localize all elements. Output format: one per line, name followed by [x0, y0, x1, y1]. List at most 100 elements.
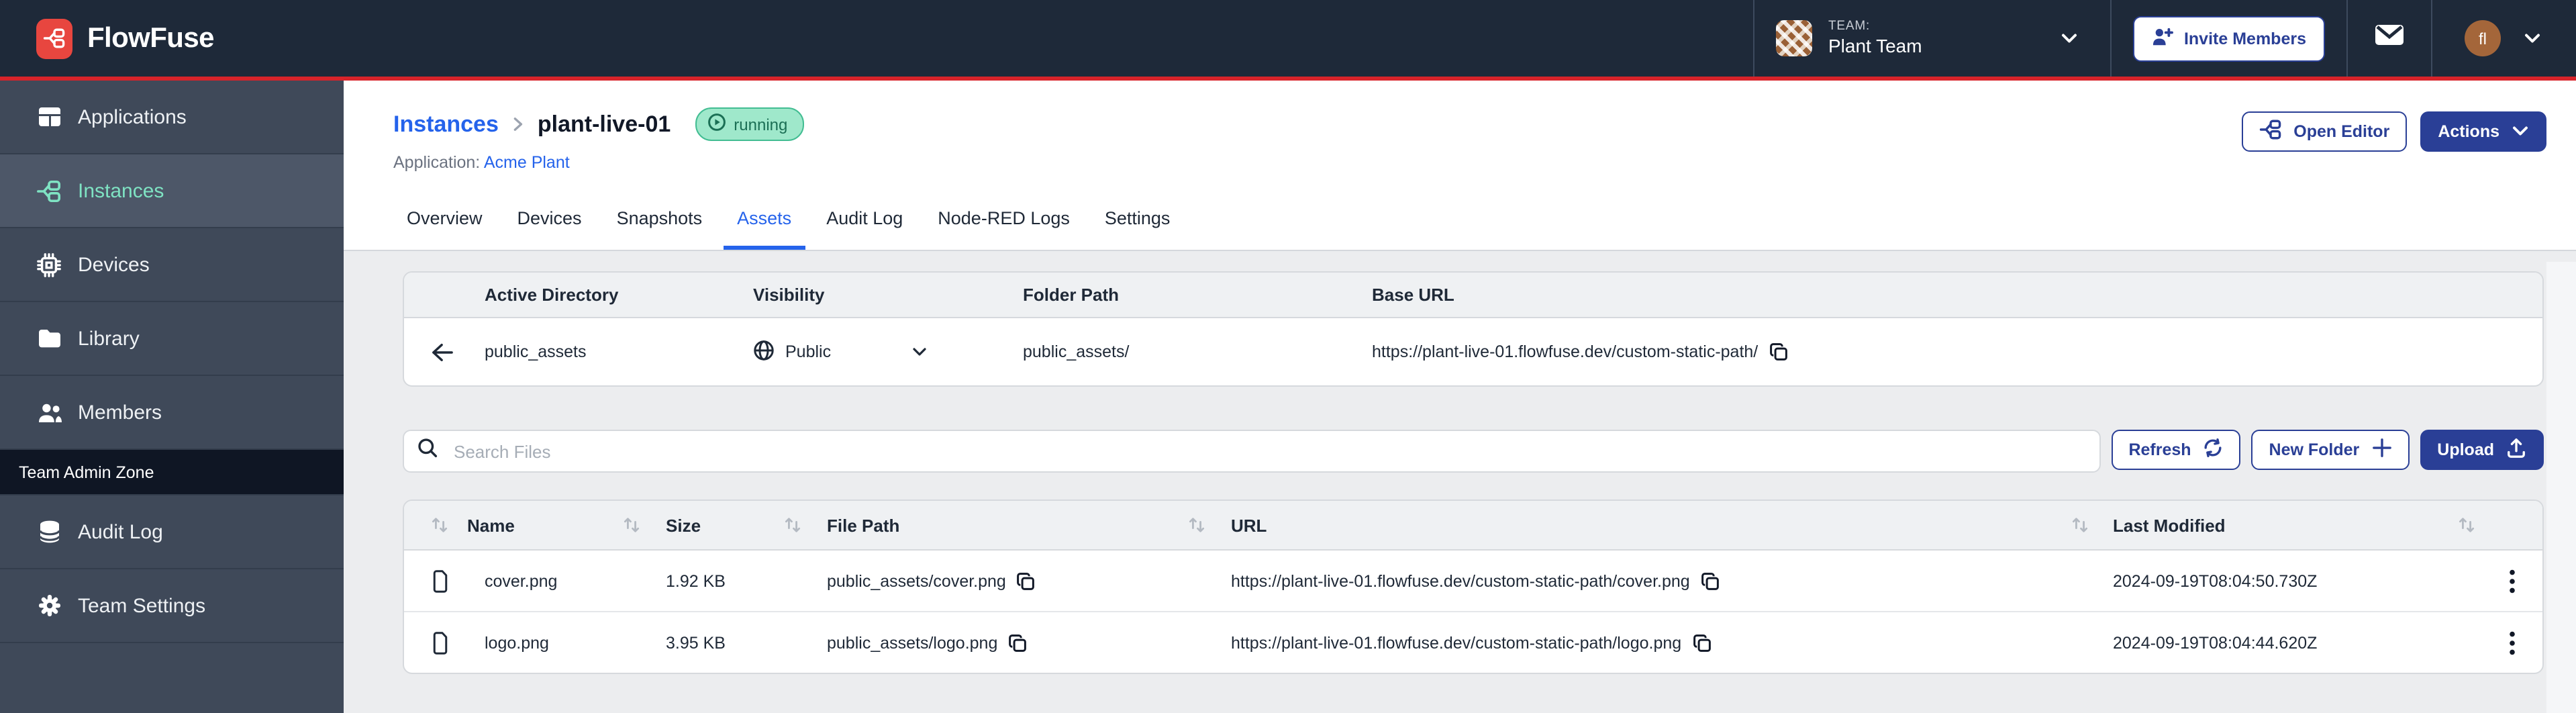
refresh-label: Refresh — [2128, 440, 2191, 459]
tab-settings[interactable]: Settings — [1091, 208, 1184, 250]
tab-node-red-logs[interactable]: Node-RED Logs — [924, 208, 1083, 250]
open-editor-button[interactable]: Open Editor — [2241, 111, 2408, 152]
user-menu[interactable]: fl — [2432, 0, 2576, 77]
brand-name: FlowFuse — [87, 22, 215, 53]
database-icon — [36, 520, 62, 544]
row-menu-kebab-icon[interactable] — [2509, 569, 2516, 593]
sidebar-item-audit-log[interactable]: Audit Log — [0, 495, 344, 569]
visibility-select[interactable]: Public — [748, 339, 1018, 365]
col-url: URL — [1231, 515, 1267, 535]
notifications-button[interactable] — [2348, 0, 2431, 77]
sort-icon[interactable] — [613, 516, 662, 534]
tab-devices[interactable]: Devices — [504, 208, 595, 250]
tab-overview[interactable]: Overview — [393, 208, 496, 250]
col-visibility: Visibility — [753, 285, 825, 305]
refresh-button[interactable]: Refresh — [2111, 430, 2241, 470]
team-labels: TEAM: Plant Team — [1828, 19, 1922, 57]
actions-button[interactable]: Actions — [2420, 111, 2546, 152]
chevron-down-icon — [2061, 26, 2078, 50]
files-toolbar: Refresh New Folder — [403, 430, 2544, 473]
active-directory-value: public_assets — [485, 342, 587, 361]
folder-path-value: public_assets/ — [1023, 342, 1130, 361]
header-actions: Open Editor Actions — [2241, 111, 2546, 152]
invite-members-button[interactable]: Invite Members — [2132, 15, 2325, 61]
application-label: Application: — [393, 153, 481, 172]
upload-label: Upload — [2437, 440, 2494, 459]
search-files-box — [403, 430, 2101, 473]
invite-members-label: Invite Members — [2183, 29, 2306, 48]
new-folder-button[interactable]: New Folder — [2251, 430, 2410, 470]
mail-icon — [2375, 24, 2404, 52]
team-avatar — [1775, 20, 1812, 56]
flowfuse-logo-icon — [36, 18, 72, 58]
sort-icon[interactable] — [2448, 516, 2497, 534]
upload-icon — [2506, 438, 2526, 462]
tab-audit-log[interactable]: Audit Log — [813, 208, 916, 250]
files-header-row: Name Size File Path URL Last Modified — [404, 501, 2542, 551]
breadcrumb: Instances plant-live-01 running Open Edi… — [393, 107, 2546, 152]
sidebar-item-instances[interactable]: Instances — [0, 154, 344, 228]
file-size: 1.92 KB — [666, 571, 726, 590]
copy-icon[interactable] — [1701, 571, 1720, 590]
sort-icon[interactable] — [1179, 516, 1227, 534]
brand-logo[interactable]: FlowFuse — [0, 0, 215, 77]
file-last-modified: 2024-09-19T08:04:44.620Z — [2113, 633, 2318, 652]
globe-icon — [753, 339, 775, 365]
app-root: FlowFuse TEAM: Plant Team Invite Members… — [0, 0, 2576, 713]
tab-assets[interactable]: Assets — [724, 208, 805, 250]
visibility-value: Public — [785, 342, 832, 361]
instance-header: Instances plant-live-01 running Open Edi… — [344, 81, 2576, 251]
col-base-url: Base URL — [1372, 285, 1454, 305]
copy-icon[interactable] — [1769, 342, 1787, 361]
open-editor-label: Open Editor — [2293, 122, 2390, 141]
col-last-modified: Last Modified — [2113, 515, 2226, 535]
user-avatar: fl — [2465, 20, 2501, 56]
instances-fork-icon — [36, 178, 62, 203]
instance-tabs: Overview Devices Snapshots Assets Audit … — [393, 208, 2546, 250]
row-menu-kebab-icon[interactable] — [2509, 630, 2516, 655]
col-folder-path: Folder Path — [1023, 285, 1120, 305]
sidebar-item-label: Applications — [78, 105, 187, 128]
file-path: public_assets/logo.png — [827, 633, 998, 652]
copy-icon[interactable] — [1008, 633, 1027, 652]
sidebar-item-members[interactable]: Members — [0, 376, 344, 450]
chevron-down-icon — [2512, 122, 2529, 141]
sidebar-item-applications[interactable]: Applications — [0, 81, 344, 154]
search-input[interactable] — [451, 440, 2086, 463]
sidebar-item-label: Team Settings — [78, 594, 206, 617]
sidebar-item-team-settings[interactable]: Team Settings — [0, 569, 344, 643]
directory-header-row: Active Directory Visibility Folder Path … — [404, 273, 2542, 318]
topbar-right: TEAM: Plant Team Invite Members fl — [1752, 0, 2576, 77]
status-badge: running — [695, 107, 804, 141]
sidebar-item-devices[interactable]: Devices — [0, 228, 344, 302]
file-url: https://plant-live-01.flowfuse.dev/custo… — [1231, 571, 1690, 590]
play-circle-icon — [707, 113, 726, 136]
file-size: 3.95 KB — [666, 633, 726, 652]
sort-icon[interactable] — [2062, 516, 2109, 534]
upload-button[interactable]: Upload — [2420, 430, 2544, 470]
file-icon — [404, 569, 463, 593]
application-link[interactable]: Acme Plant — [484, 153, 570, 172]
file-path: public_assets/cover.png — [827, 571, 1006, 590]
breadcrumb-instances-link[interactable]: Instances — [393, 111, 499, 138]
refresh-icon — [2203, 438, 2224, 462]
tab-snapshots[interactable]: Snapshots — [603, 208, 716, 250]
copy-icon[interactable] — [1692, 633, 1711, 652]
sidebar-item-library[interactable]: Library — [0, 302, 344, 376]
application-line: Application: Acme Plant — [393, 153, 2546, 172]
col-active-directory: Active Directory — [485, 285, 619, 305]
chevron-right-icon — [511, 117, 526, 132]
file-name: cover.png — [485, 571, 558, 590]
sidebar-item-label: Members — [78, 401, 162, 424]
folder-icon — [36, 328, 62, 349]
sort-icon[interactable] — [775, 516, 823, 534]
team-name: Plant Team — [1828, 34, 1922, 56]
copy-icon[interactable] — [1017, 571, 1036, 590]
sidebar-item-label: Library — [78, 327, 140, 350]
actions-label: Actions — [2438, 122, 2499, 141]
sort-icon[interactable] — [404, 516, 463, 534]
team-selector[interactable]: TEAM: Plant Team — [1754, 0, 2110, 77]
back-button[interactable] — [431, 342, 454, 362]
gear-icon — [36, 593, 62, 618]
search-icon — [417, 438, 438, 465]
